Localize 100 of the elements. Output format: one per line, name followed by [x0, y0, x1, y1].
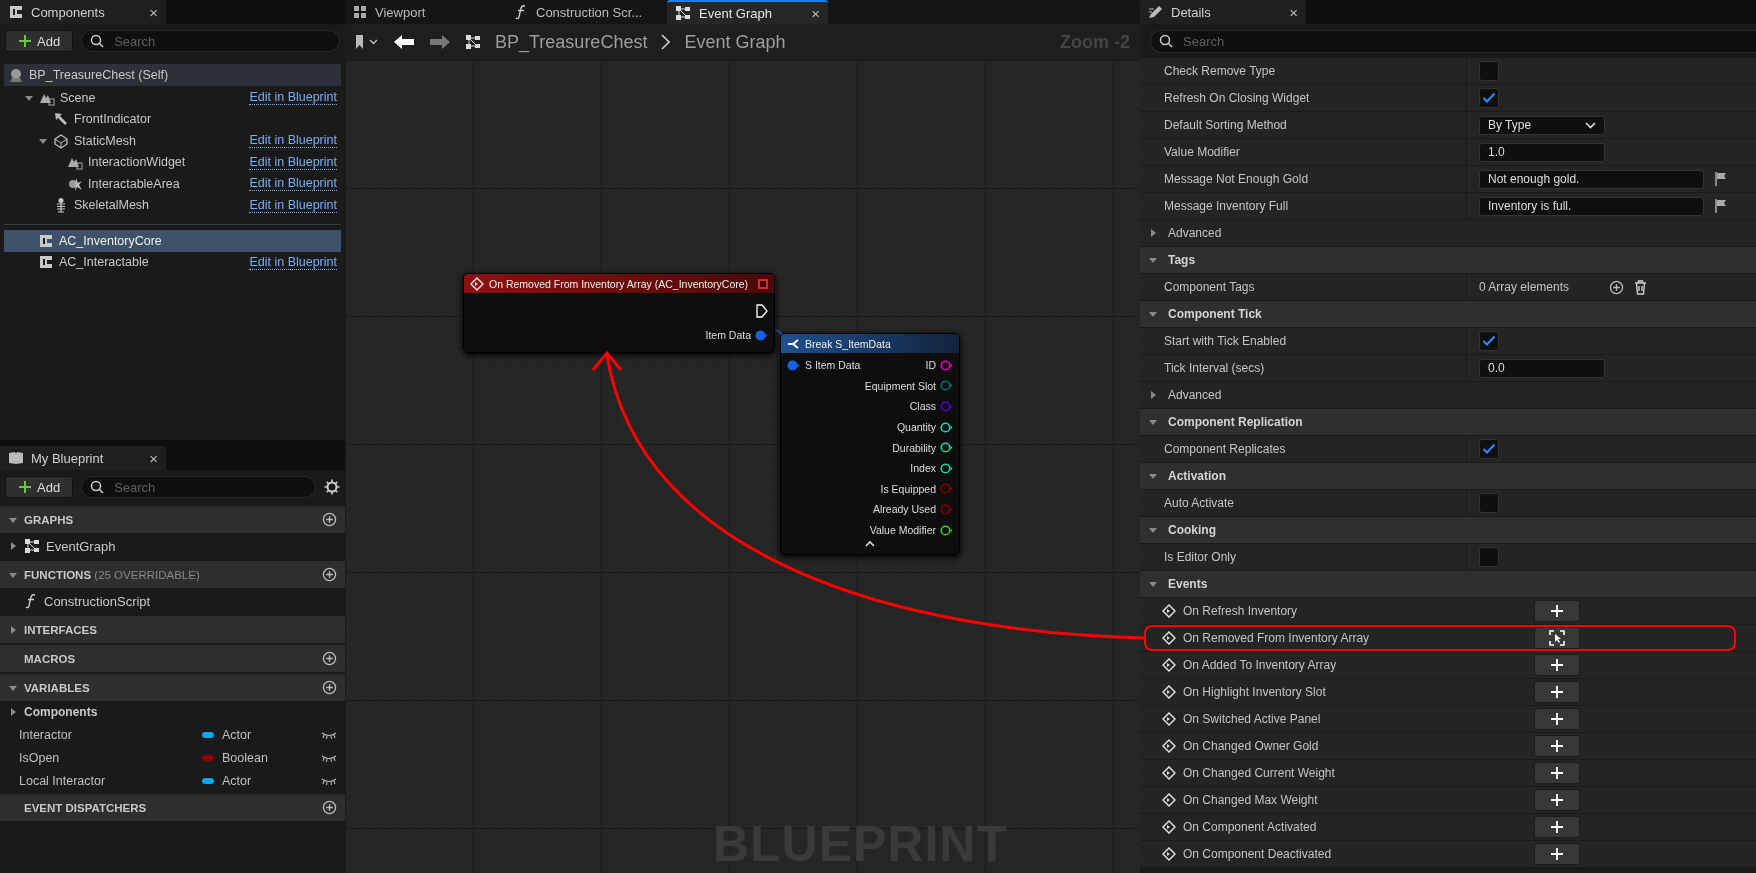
collapse-caret-icon[interactable] [865, 540, 875, 548]
back-icon[interactable] [393, 34, 415, 50]
editor-tab[interactable]: Viewport [345, 0, 506, 24]
dropdown[interactable]: By Type [1479, 115, 1605, 135]
tree-item[interactable]: Scene Edit in Blueprint [4, 87, 341, 109]
add-button[interactable]: Add [5, 30, 74, 52]
section-header[interactable]: Cooking [1140, 517, 1756, 544]
expander-icon[interactable] [1148, 228, 1158, 238]
add-event-button[interactable] [1534, 708, 1580, 730]
close-button[interactable]: × [149, 3, 158, 21]
variable-name[interactable]: IsOpen [19, 750, 202, 765]
pin-icon[interactable] [940, 462, 953, 474]
expander-icon[interactable] [1148, 417, 1158, 427]
graph-item[interactable]: EventGraph [0, 533, 345, 559]
edit-link[interactable]: Edit in Blueprint [249, 176, 337, 192]
section-header[interactable]: Component Replication [1140, 409, 1756, 436]
checkbox[interactable] [1479, 439, 1499, 459]
add-event-button[interactable] [1534, 681, 1580, 703]
add-icon[interactable] [322, 800, 337, 815]
section-header[interactable]: Activation [1140, 463, 1756, 490]
tree-item[interactable]: StaticMesh Edit in Blueprint [4, 130, 341, 152]
panel-tab[interactable]: My Blueprint × [0, 446, 166, 470]
tree-item[interactable]: InteractableArea Edit in Blueprint [4, 173, 341, 195]
eye-closed-icon[interactable] [321, 730, 337, 739]
breadcrumb-link[interactable]: Event Graph [684, 31, 786, 53]
expander-icon[interactable] [1148, 309, 1158, 319]
input-field[interactable]: Not enough gold. [1479, 169, 1704, 189]
add-button[interactable]: Add [5, 476, 74, 498]
panel-tab[interactable]: Details × [1140, 0, 1306, 24]
close-button[interactable]: × [811, 4, 820, 22]
section-header[interactable]: FUNCTIONS (25 OVERRIDABLE) [0, 561, 345, 588]
section-header[interactable]: VARIABLES [0, 674, 345, 701]
section-header[interactable]: EVENT DISPATCHERS [0, 794, 345, 821]
tree-item[interactable]: InteractionWidget Edit in Blueprint [4, 151, 341, 173]
flag-icon[interactable] [1714, 198, 1728, 214]
tree-item[interactable]: BP_TreasureChest (Self) [4, 64, 341, 86]
add-event-button[interactable] [1534, 789, 1580, 811]
section-header[interactable]: INTERFACES [0, 616, 345, 643]
tree-item[interactable]: SkeletalMesh Edit in Blueprint [4, 194, 341, 216]
add-event-button[interactable] [1534, 600, 1580, 622]
checkbox[interactable] [1479, 493, 1499, 513]
expander-icon[interactable] [1148, 525, 1158, 535]
pin-icon[interactable] [940, 442, 953, 454]
advanced-toggle[interactable]: Advanced [1140, 382, 1756, 409]
expander-icon[interactable] [8, 707, 18, 717]
category-row[interactable]: Components [0, 701, 345, 723]
input-field[interactable]: Inventory is full. [1479, 196, 1704, 216]
search-input[interactable]: Search [1181, 32, 1748, 50]
view-event-button[interactable] [1534, 627, 1580, 649]
checkbox[interactable] [1479, 331, 1499, 351]
add-icon[interactable] [1609, 279, 1624, 295]
variable-name[interactable]: Local Interactor [19, 773, 202, 788]
checkbox[interactable] [1479, 61, 1499, 81]
editor-tab[interactable]: Construction Scr... [506, 0, 667, 24]
edit-link[interactable]: Edit in Blueprint [249, 90, 337, 106]
add-event-button[interactable] [1534, 654, 1580, 676]
node-header[interactable]: Break S_ItemData [781, 334, 959, 353]
eye-closed-icon[interactable] [321, 776, 337, 785]
settings-icon[interactable] [324, 479, 340, 495]
node-header[interactable]: On Removed From Inventory Array (AC_InventoryCore) [464, 274, 774, 293]
eye-closed-icon[interactable] [321, 753, 337, 762]
advanced-toggle[interactable]: Advanced [1140, 220, 1756, 247]
search-input[interactable]: Search [112, 32, 331, 50]
checkbox[interactable] [1479, 88, 1499, 108]
tree-item[interactable]: FrontIndicator [4, 108, 341, 130]
input-field[interactable]: 1.0 [1479, 142, 1605, 162]
add-icon[interactable] [322, 512, 337, 527]
input-field[interactable]: 0.0 [1479, 358, 1605, 378]
expander-icon[interactable] [1148, 390, 1158, 400]
variable-type[interactable]: Boolean [222, 750, 321, 765]
search-field[interactable]: Search [81, 476, 316, 498]
add-event-button[interactable] [1534, 735, 1580, 757]
edit-link[interactable]: Edit in Blueprint [249, 197, 337, 213]
variable-type[interactable]: Actor [222, 773, 321, 788]
section-header[interactable]: GRAPHS [0, 506, 345, 533]
tree-item[interactable]: AC_Interactable Edit in Blueprint [4, 251, 341, 273]
add-event-button[interactable] [1534, 843, 1580, 865]
variable-type[interactable]: Actor [222, 727, 321, 742]
panel-tab[interactable]: Components × [0, 0, 166, 24]
break-node[interactable]: Break S_ItemData S Item Data ID Equipment Slot Class Quantity Durability Index Is Equipped Already Used Value Modifier [780, 333, 960, 556]
tree-item[interactable]: AC_InventoryCore [4, 230, 341, 252]
section-header[interactable]: MACROS [0, 645, 345, 672]
forward-icon[interactable] [429, 34, 451, 50]
add-icon[interactable] [322, 651, 337, 666]
edit-link[interactable]: Edit in Blueprint [249, 254, 337, 270]
pin-icon[interactable] [940, 524, 953, 536]
add-icon[interactable] [322, 680, 337, 695]
breadcrumb-link[interactable]: BP_TreasureChest [495, 31, 648, 53]
variable-name[interactable]: Interactor [19, 727, 202, 742]
pin-icon[interactable] [940, 421, 953, 433]
bookmark-icon[interactable] [355, 34, 379, 50]
search-input[interactable]: Search [112, 478, 307, 496]
expander-icon[interactable] [1148, 471, 1158, 481]
search-field[interactable]: Search [81, 30, 340, 52]
checkbox[interactable] [1479, 547, 1499, 567]
expander-icon[interactable] [1148, 255, 1158, 265]
close-button[interactable]: × [1289, 3, 1298, 21]
search-field[interactable]: Search [1150, 29, 1756, 53]
section-header[interactable]: Component Tick [1140, 301, 1756, 328]
add-icon[interactable] [322, 567, 337, 582]
